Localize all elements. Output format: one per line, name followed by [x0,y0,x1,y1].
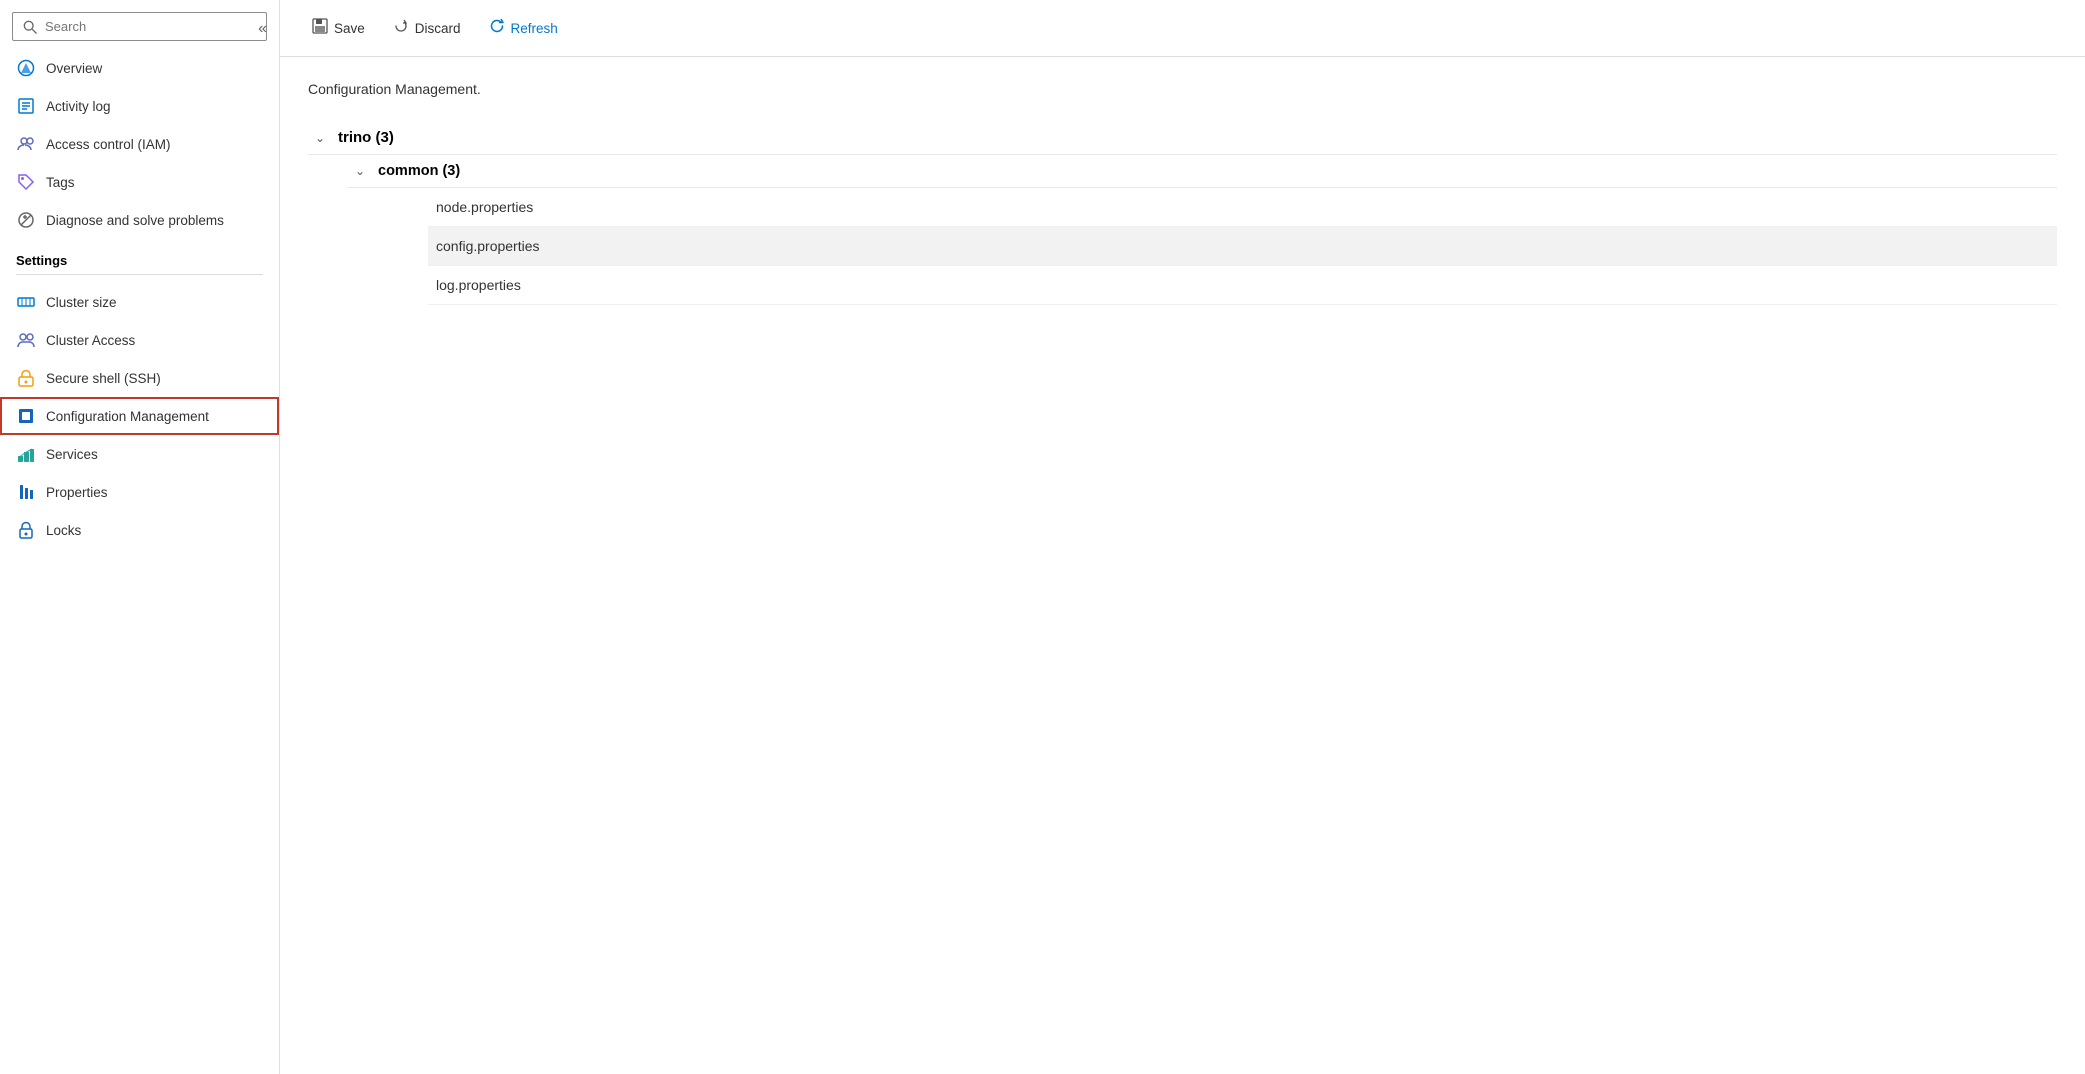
sidebar-item-services-label: Services [46,447,98,462]
tree-container: ⌄ trino (3) ⌄ common (3) node.properties… [308,121,2057,305]
tags-icon [16,172,36,192]
overview-icon [16,58,36,78]
toolbar: Save Discard Refresh [280,0,2085,57]
sidebar-item-locks-label: Locks [46,523,81,538]
collapse-button[interactable]: « [254,16,271,42]
tree-root-group: ⌄ trino (3) ⌄ common (3) node.properties… [308,121,2057,305]
ssh-icon [16,368,36,388]
search-input[interactable] [45,19,256,34]
sidebar-item-tags[interactable]: Tags [0,163,279,201]
sidebar-item-diagnose-label: Diagnose and solve problems [46,213,224,228]
cluster-access-icon [16,330,36,350]
config-management-icon [16,406,36,426]
sidebar-item-properties[interactable]: Properties [0,473,279,511]
discard-label: Discard [415,21,461,36]
sub-tree-label: common (3) [378,163,460,179]
save-label: Save [334,21,365,36]
refresh-icon [489,18,505,38]
sidebar-item-config-management[interactable]: Configuration Management [0,397,279,435]
sub-tree-header[interactable]: ⌄ common (3) [348,155,2057,188]
sidebar-nav: Overview Activity log [0,49,279,1074]
sidebar-item-activity-log-label: Activity log [46,99,111,114]
file-name-config-properties: config.properties [436,238,540,254]
access-control-icon [16,134,36,154]
sidebar-item-locks[interactable]: Locks [0,511,279,549]
tree-root-header[interactable]: ⌄ trino (3) [308,121,2057,155]
file-list: node.properties config.properties log.pr… [348,188,2057,305]
properties-icon [16,482,36,502]
sidebar-item-tags-label: Tags [46,175,75,190]
sidebar-item-activity-log[interactable]: Activity log [0,87,279,125]
content-area: Configuration Management. ⌄ trino (3) ⌄ … [280,57,2085,1074]
locks-icon [16,520,36,540]
sidebar-item-services[interactable]: Services [0,435,279,473]
sidebar-item-properties-label: Properties [46,485,108,500]
tree-root-label: trino (3) [338,129,394,146]
file-name-log-properties: log.properties [436,277,521,293]
sidebar-item-access-control[interactable]: Access control (IAM) [0,125,279,163]
sidebar-item-access-control-label: Access control (IAM) [46,137,171,152]
refresh-label: Refresh [511,21,558,36]
sub-tree: ⌄ common (3) node.properties config.prop… [308,155,2057,305]
sidebar-item-cluster-size[interactable]: Cluster size [0,283,279,321]
diagnose-icon [16,210,36,230]
refresh-button[interactable]: Refresh [477,12,570,44]
activity-log-icon [16,96,36,116]
sidebar-item-cluster-access[interactable]: Cluster Access [0,321,279,359]
page-title: Configuration Management. [308,81,2057,97]
sidebar-item-secure-shell[interactable]: Secure shell (SSH) [0,359,279,397]
search-box[interactable] [12,12,267,41]
file-item-log-properties[interactable]: log.properties [428,266,2057,305]
sidebar-item-diagnose[interactable]: Diagnose and solve problems [0,201,279,239]
save-button[interactable]: Save [300,12,377,44]
file-name-node-properties: node.properties [436,199,533,215]
search-icon [23,20,37,34]
settings-divider [16,274,263,275]
sidebar-item-config-management-label: Configuration Management [46,409,209,424]
file-item-node-properties[interactable]: node.properties [428,188,2057,227]
sub-chevron-icon: ⌄ [352,164,368,178]
save-icon [312,18,328,38]
sidebar-item-overview[interactable]: Overview [0,49,279,87]
settings-section-label: Settings [0,239,279,274]
discard-button[interactable]: Discard [381,12,473,44]
sidebar-item-secure-shell-label: Secure shell (SSH) [46,371,161,386]
sidebar-item-cluster-access-label: Cluster Access [46,333,135,348]
file-item-config-properties[interactable]: config.properties [428,227,2057,266]
services-icon [16,444,36,464]
root-chevron-icon: ⌄ [312,131,328,145]
sidebar-item-overview-label: Overview [46,61,102,76]
sidebar-item-cluster-size-label: Cluster size [46,295,117,310]
main-content: Save Discard Refresh Configuratio [280,0,2085,1074]
sidebar: « Overview Activity log [0,0,280,1074]
discard-icon [393,18,409,38]
cluster-size-icon [16,292,36,312]
